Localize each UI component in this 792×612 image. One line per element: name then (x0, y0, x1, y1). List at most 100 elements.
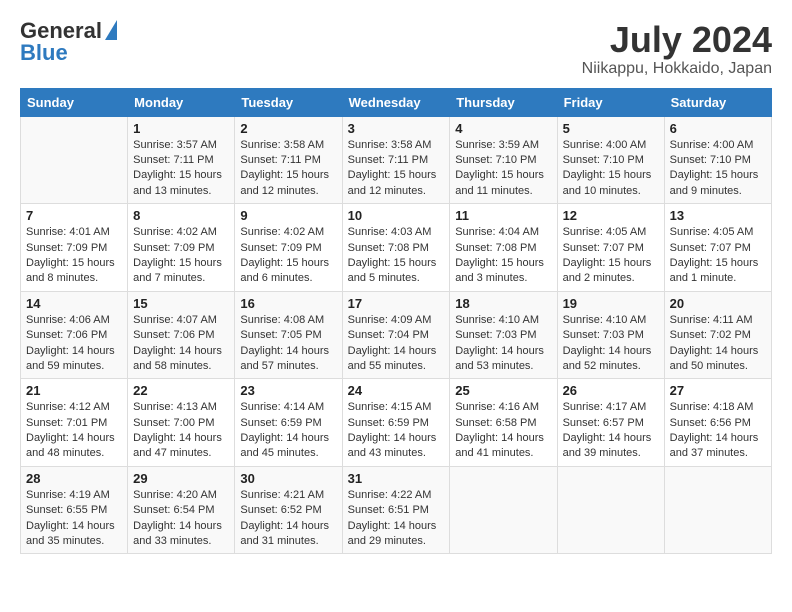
week-row-5: 28 Sunrise: 4:19 AM Sunset: 6:55 PM Dayli… (21, 466, 772, 554)
day-info: Sunrise: 4:19 AM Sunset: 6:55 PM Dayligh… (26, 488, 122, 550)
calendar-cell: 3 Sunrise: 3:58 AM Sunset: 7:11 PM Daylig… (342, 116, 450, 204)
day-number: 9 (240, 208, 336, 223)
calendar-cell: 24Sunrise: 4:15 AM Sunset: 6:59 PM Dayli… (342, 379, 450, 467)
calendar-cell: 19 Sunrise: 4:10 AM Sunset: 7:03 PM Dayli… (557, 291, 664, 379)
day-info: Sunrise: 4:14 AM Sunset: 6:59 PM Dayligh… (240, 400, 336, 462)
calendar-cell: 20 Sunrise: 4:11 AM Sunset: 7:02 PM Dayli… (664, 291, 771, 379)
day-number: 31 (348, 471, 445, 486)
day-info: Sunrise: 4:07 AM Sunset: 7:06 PM Dayligh… (133, 313, 229, 375)
day-info: Sunrise: 4:00 AM Sunset: 7:10 PM Dayligh… (670, 138, 766, 200)
day-number: 5 (563, 121, 659, 136)
day-info: Sunrise: 3:57 AM Sunset: 7:11 PM Dayligh… (133, 138, 229, 200)
header-cell-monday: Monday (128, 88, 235, 116)
day-info: Sunrise: 4:05 AM Sunset: 7:07 PM Dayligh… (563, 225, 659, 287)
day-info: Sunrise: 4:10 AM Sunset: 7:03 PM Dayligh… (563, 313, 659, 375)
calendar-table: SundayMondayTuesdayWednesdayThursdayFrid… (20, 88, 772, 555)
day-info: Sunrise: 4:22 AM Sunset: 6:51 PM Dayligh… (348, 488, 445, 550)
day-info: Sunrise: 4:02 AM Sunset: 7:09 PM Dayligh… (240, 225, 336, 287)
header-cell-tuesday: Tuesday (235, 88, 342, 116)
calendar-cell: 29 Sunrise: 4:20 AM Sunset: 6:54 PM Dayli… (128, 466, 235, 554)
calendar-body: 1 Sunrise: 3:57 AM Sunset: 7:11 PM Daylig… (21, 116, 772, 554)
calendar-cell: 15Sunrise: 4:07 AM Sunset: 7:06 PM Dayli… (128, 291, 235, 379)
header-cell-wednesday: Wednesday (342, 88, 450, 116)
header-row: SundayMondayTuesdayWednesdayThursdayFrid… (21, 88, 772, 116)
calendar-cell: 8 Sunrise: 4:02 AM Sunset: 7:09 PM Daylig… (128, 204, 235, 292)
day-number: 25 (455, 383, 551, 398)
calendar-cell: 13 Sunrise: 4:05 AM Sunset: 7:07 PM Dayli… (664, 204, 771, 292)
day-number: 26 (563, 383, 659, 398)
day-info: Sunrise: 4:03 AM Sunset: 7:08 PM Dayligh… (348, 225, 445, 287)
calendar-cell: 9 Sunrise: 4:02 AM Sunset: 7:09 PM Daylig… (235, 204, 342, 292)
day-number: 14 (26, 296, 122, 311)
day-info: Sunrise: 3:59 AM Sunset: 7:10 PM Dayligh… (455, 138, 551, 200)
day-number: 19 (563, 296, 659, 311)
calendar-cell: 17Sunrise: 4:09 AM Sunset: 7:04 PM Dayli… (342, 291, 450, 379)
day-info: Sunrise: 4:21 AM Sunset: 6:52 PM Dayligh… (240, 488, 336, 550)
day-number: 10 (348, 208, 445, 223)
header-cell-friday: Friday (557, 88, 664, 116)
calendar-cell (450, 466, 557, 554)
calendar-cell: 30Sunrise: 4:21 AM Sunset: 6:52 PM Dayli… (235, 466, 342, 554)
day-number: 27 (670, 383, 766, 398)
calendar-header: SundayMondayTuesdayWednesdayThursdayFrid… (21, 88, 772, 116)
day-number: 23 (240, 383, 336, 398)
day-number: 4 (455, 121, 551, 136)
calendar-cell: 10 Sunrise: 4:03 AM Sunset: 7:08 PM Dayli… (342, 204, 450, 292)
calendar-cell: 11Sunrise: 4:04 AM Sunset: 7:08 PM Dayli… (450, 204, 557, 292)
day-number: 1 (133, 121, 229, 136)
day-number: 28 (26, 471, 122, 486)
day-info: Sunrise: 4:12 AM Sunset: 7:01 PM Dayligh… (26, 400, 122, 462)
day-number: 12 (563, 208, 659, 223)
day-number: 22 (133, 383, 229, 398)
day-info: Sunrise: 4:11 AM Sunset: 7:02 PM Dayligh… (670, 313, 766, 375)
day-number: 20 (670, 296, 766, 311)
calendar-cell: 28 Sunrise: 4:19 AM Sunset: 6:55 PM Dayli… (21, 466, 128, 554)
logo-blue: Blue (20, 42, 68, 64)
day-number: 16 (240, 296, 336, 311)
calendar-cell: 7Sunrise: 4:01 AM Sunset: 7:09 PM Daylig… (21, 204, 128, 292)
day-number: 6 (670, 121, 766, 136)
day-info: Sunrise: 4:20 AM Sunset: 6:54 PM Dayligh… (133, 488, 229, 550)
day-number: 11 (455, 208, 551, 223)
day-info: Sunrise: 4:05 AM Sunset: 7:07 PM Dayligh… (670, 225, 766, 287)
calendar-cell: 14Sunrise: 4:06 AM Sunset: 7:06 PM Dayli… (21, 291, 128, 379)
day-number: 3 (348, 121, 445, 136)
day-number: 8 (133, 208, 229, 223)
day-info: Sunrise: 4:02 AM Sunset: 7:09 PM Dayligh… (133, 225, 229, 287)
calendar-cell: 5Sunrise: 4:00 AM Sunset: 7:10 PM Daylig… (557, 116, 664, 204)
header-cell-sunday: Sunday (21, 88, 128, 116)
day-number: 18 (455, 296, 551, 311)
calendar-cell: 4 Sunrise: 3:59 AM Sunset: 7:10 PM Daylig… (450, 116, 557, 204)
day-number: 13 (670, 208, 766, 223)
calendar-cell: 1 Sunrise: 3:57 AM Sunset: 7:11 PM Daylig… (128, 116, 235, 204)
calendar-cell: 22 Sunrise: 4:13 AM Sunset: 7:00 PM Dayli… (128, 379, 235, 467)
calendar-cell: 16 Sunrise: 4:08 AM Sunset: 7:05 PM Dayli… (235, 291, 342, 379)
day-info: Sunrise: 4:18 AM Sunset: 6:56 PM Dayligh… (670, 400, 766, 462)
calendar-cell (664, 466, 771, 554)
logo-general: General (20, 20, 102, 42)
day-number: 2 (240, 121, 336, 136)
header-cell-saturday: Saturday (664, 88, 771, 116)
day-info: Sunrise: 4:08 AM Sunset: 7:05 PM Dayligh… (240, 313, 336, 375)
calendar-cell: 25Sunrise: 4:16 AM Sunset: 6:58 PM Dayli… (450, 379, 557, 467)
week-row-3: 14Sunrise: 4:06 AM Sunset: 7:06 PM Dayli… (21, 291, 772, 379)
calendar-cell: 27 Sunrise: 4:18 AM Sunset: 6:56 PM Dayli… (664, 379, 771, 467)
header: General Blue July 2024 Niikappu, Hokkaid… (20, 20, 772, 78)
title-area: July 2024 Niikappu, Hokkaido, Japan (582, 20, 772, 78)
day-info: Sunrise: 4:15 AM Sunset: 6:59 PM Dayligh… (348, 400, 445, 462)
day-info: Sunrise: 4:13 AM Sunset: 7:00 PM Dayligh… (133, 400, 229, 462)
header-cell-thursday: Thursday (450, 88, 557, 116)
calendar-cell: 23 Sunrise: 4:14 AM Sunset: 6:59 PM Dayli… (235, 379, 342, 467)
day-info: Sunrise: 3:58 AM Sunset: 7:11 PM Dayligh… (348, 138, 445, 200)
calendar-cell (557, 466, 664, 554)
calendar-cell: 12 Sunrise: 4:05 AM Sunset: 7:07 PM Dayli… (557, 204, 664, 292)
week-row-2: 7Sunrise: 4:01 AM Sunset: 7:09 PM Daylig… (21, 204, 772, 292)
logo: General Blue (20, 20, 117, 64)
day-number: 21 (26, 383, 122, 398)
week-row-4: 21 Sunrise: 4:12 AM Sunset: 7:01 PM Dayli… (21, 379, 772, 467)
calendar-cell: 18Sunrise: 4:10 AM Sunset: 7:03 PM Dayli… (450, 291, 557, 379)
location-subtitle: Niikappu, Hokkaido, Japan (582, 60, 772, 78)
day-info: Sunrise: 4:09 AM Sunset: 7:04 PM Dayligh… (348, 313, 445, 375)
day-number: 29 (133, 471, 229, 486)
month-title: July 2024 (582, 20, 772, 60)
